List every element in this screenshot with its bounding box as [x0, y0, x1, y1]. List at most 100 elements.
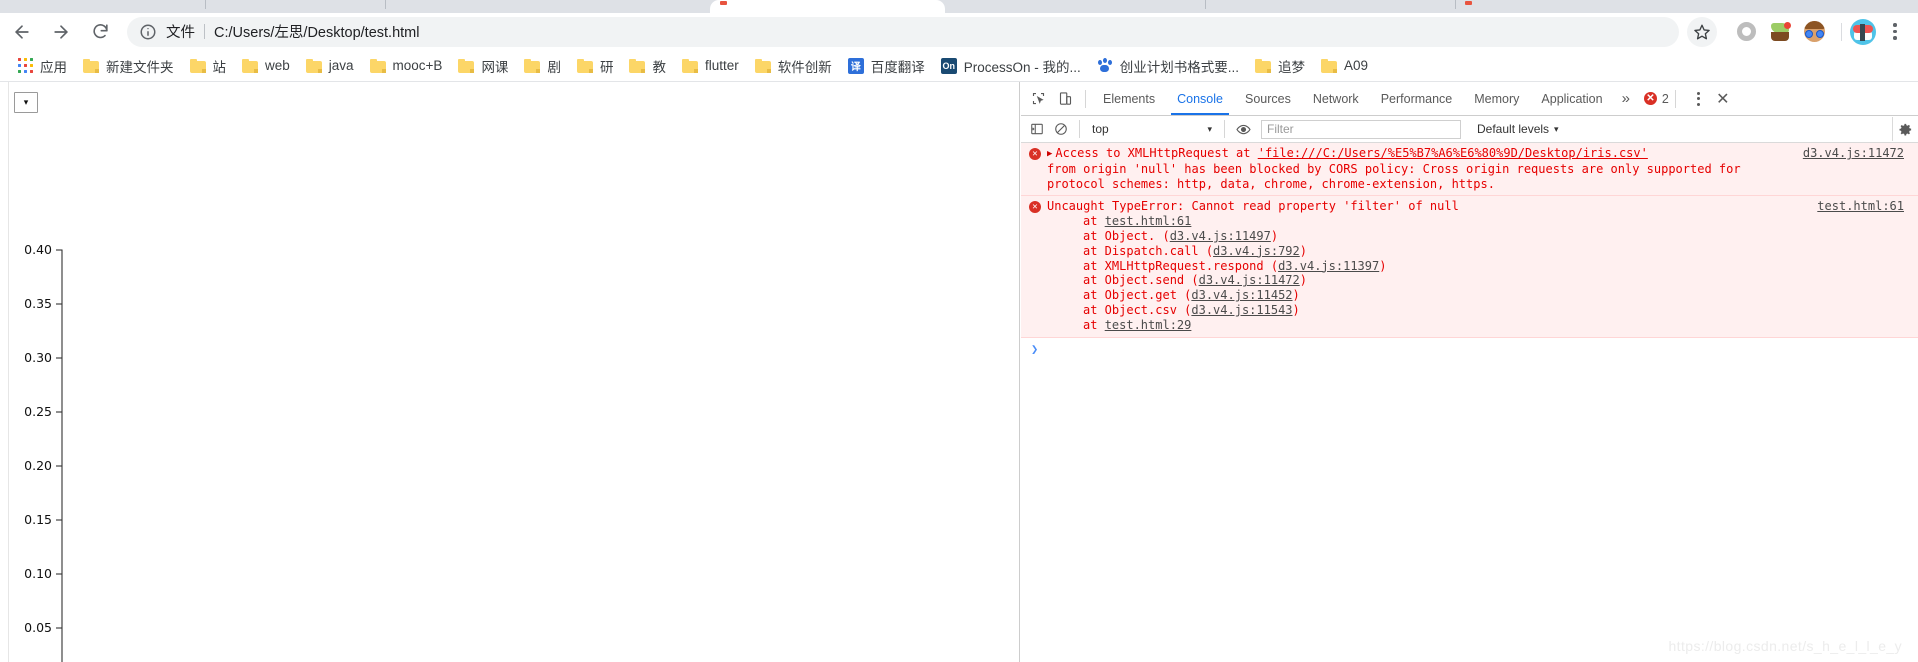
- console-message-text: Uncaught TypeError: Cannot read property…: [1047, 199, 1459, 214]
- tab-separator: [1455, 0, 1456, 9]
- console-stack-frame: at test.html:61: [1083, 214, 1192, 229]
- chrome-menu-button[interactable]: [1880, 15, 1910, 49]
- console-message-list[interactable]: ✕ d3.v4.js:11472 ▶ Access to XMLHttpRequest…: [1021, 143, 1918, 662]
- bookmark-label: mooc+B: [392, 58, 443, 73]
- console-stack-frame: at test.html:29: [1083, 317, 1192, 332]
- bookmark-item-5[interactable]: mooc+B: [362, 53, 451, 79]
- bookmark-item-3[interactable]: web: [234, 53, 298, 79]
- bookmark-item-11[interactable]: 软件创新: [747, 53, 840, 79]
- extension-face-icon[interactable]: [1799, 17, 1829, 47]
- devtools-tab-application[interactable]: Application: [1530, 82, 1613, 115]
- responsive-device-icon: [1059, 92, 1072, 105]
- devtools-panel: Elements Console Sources Network Performance…: [1021, 82, 1918, 662]
- star-icon: [1694, 24, 1710, 39]
- devtools-tab-elements[interactable]: Elements: [1092, 82, 1166, 115]
- toolbar-divider: [1841, 22, 1842, 41]
- bookmark-label: ProcessOn - 我的...: [963, 59, 1081, 75]
- clear-console-button[interactable]: [1049, 117, 1073, 141]
- info-circle-icon[interactable]: [139, 23, 157, 41]
- devtools-settings-button[interactable]: [1892, 117, 1918, 141]
- folder-icon: [576, 58, 593, 73]
- bookmark-item-13[interactable]: On ProcessOn - 我的...: [933, 53, 1089, 79]
- console-input-prompt[interactable]: ❯: [1021, 338, 1918, 360]
- devtools-close-button[interactable]: ✕: [1710, 85, 1736, 113]
- browser-tab[interactable]: [1455, 0, 1918, 13]
- bookmark-item-1[interactable]: 新建文件夹: [75, 53, 182, 79]
- console-message-source[interactable]: test.html:61: [1817, 199, 1904, 214]
- extension-plant-icon[interactable]: [1765, 17, 1795, 47]
- console-error-message[interactable]: ✕ d3.v4.js:11472 ▶ Access to XMLHttpRequest…: [1021, 143, 1918, 197]
- console-stack-link[interactable]: d3.v4.js:11397: [1278, 259, 1379, 273]
- devtools-tab-console[interactable]: Console: [1166, 82, 1234, 115]
- console-context-value: top: [1092, 122, 1109, 136]
- bookmark-item-8[interactable]: 研: [569, 53, 622, 79]
- bookmark-item-12[interactable]: 译百度翻译: [840, 53, 933, 79]
- console-stack-link[interactable]: test.html:61: [1105, 214, 1192, 228]
- console-stack-link[interactable]: d3.v4.js:11497: [1170, 229, 1271, 243]
- folder-icon: [1321, 58, 1337, 73]
- live-expression-eye-icon[interactable]: [1231, 117, 1255, 141]
- bookmark-label: java: [328, 58, 354, 73]
- reload-button[interactable]: [83, 15, 117, 49]
- browser-tab[interactable]: [710, 0, 945, 13]
- console-stack-link[interactable]: d3.v4.js:11472: [1199, 273, 1300, 287]
- console-stack-link[interactable]: d3.v4.js:11452: [1191, 288, 1292, 302]
- profile-avatar[interactable]: [1850, 18, 1876, 45]
- folder-icon: [458, 58, 475, 73]
- more-tabs-button[interactable]: »: [1614, 90, 1638, 107]
- browser-tab[interactable]: [385, 0, 580, 13]
- inspect-element-icon[interactable]: [1025, 85, 1052, 113]
- console-context-select[interactable]: top ▾: [1086, 119, 1218, 139]
- expand-arrow-icon[interactable]: ▶: [1047, 147, 1052, 162]
- console-stack-link[interactable]: test.html:29: [1105, 318, 1192, 332]
- bookmark-star-button[interactable]: [1687, 16, 1717, 47]
- bookmark-item-4[interactable]: java: [298, 53, 362, 79]
- devtools-tab-performance[interactable]: Performance: [1370, 82, 1464, 115]
- prompt-chevron-icon: ❯: [1031, 341, 1039, 356]
- devtools-tab-sources[interactable]: Sources: [1234, 82, 1302, 115]
- console-log-levels-select[interactable]: Default levels ▾: [1477, 122, 1559, 136]
- address-bar[interactable]: 文件 C:/Users/左思/Desktop/test.html: [127, 16, 1679, 47]
- bookmark-item-0[interactable]: 应用: [10, 53, 75, 79]
- bookmark-item-7[interactable]: 剧: [516, 53, 569, 79]
- tab-separator: [205, 0, 206, 9]
- console-message-source[interactable]: d3.v4.js:11472: [1803, 146, 1904, 161]
- bookmark-item-15[interactable]: 追梦: [1247, 53, 1313, 79]
- bookmark-item-16[interactable]: A09: [1313, 53, 1376, 79]
- chevron-down-icon: ▾: [1207, 123, 1212, 134]
- browser-tab[interactable]: [205, 0, 385, 13]
- browser-tab[interactable]: [1205, 0, 1455, 13]
- console-error-message[interactable]: ✕ test.html:61 Uncaught TypeError: Cannot …: [1021, 196, 1918, 338]
- devtools-tab-memory[interactable]: Memory: [1463, 82, 1530, 115]
- console-stack-link[interactable]: d3.v4.js:11543: [1191, 303, 1292, 317]
- bookmark-item-6[interactable]: 网课: [450, 53, 516, 79]
- browser-tab[interactable]: [945, 0, 1205, 13]
- device-toolbar-icon[interactable]: [1052, 85, 1079, 113]
- console-stack-frame: at Object. (d3.v4.js:11497): [1083, 228, 1279, 243]
- error-count-badge[interactable]: ✕ 2: [1643, 92, 1669, 106]
- bookmark-label: 软件创新: [777, 59, 832, 75]
- console-sidebar-toggle[interactable]: [1025, 117, 1049, 141]
- scatter-plot-svg: 0.000.050.100.150.200.250.300.350.400123…: [24, 242, 63, 662]
- browser-tab-strip[interactable]: [0, 0, 1918, 13]
- console-stack-link[interactable]: d3.v4.js:792: [1213, 244, 1300, 258]
- console-toolbar: top ▾ Filter Default levels ▾: [1021, 116, 1918, 143]
- bookmark-item-9[interactable]: 教: [621, 53, 674, 79]
- folder-icon: [524, 58, 541, 73]
- console-message-link[interactable]: 'file:///C:/Users/%E5%B7%A6%E6%80%9D/Des…: [1258, 146, 1648, 160]
- bookmark-label: web: [265, 58, 290, 73]
- back-button[interactable]: [5, 15, 39, 49]
- devtools-menu-button[interactable]: [1688, 85, 1710, 113]
- console-stack-frame: at Object.csv (d3.v4.js:11543): [1083, 302, 1300, 317]
- bookmark-item-14[interactable]: 创业计划书格式要...: [1089, 53, 1247, 79]
- console-filter-input[interactable]: Filter: [1261, 119, 1461, 139]
- bookmark-label: 新建文件夹: [106, 59, 174, 75]
- browser-tab[interactable]: [0, 0, 205, 13]
- bookmark-item-10[interactable]: flutter: [674, 53, 747, 79]
- extension-ring-icon[interactable]: [1731, 17, 1761, 47]
- bookmark-label: 教: [652, 59, 666, 75]
- devtools-tab-network[interactable]: Network: [1302, 82, 1370, 115]
- forward-button[interactable]: [44, 15, 78, 49]
- url-text[interactable]: C:/Users/左思/Desktop/test.html: [214, 21, 419, 42]
- bookmark-item-2[interactable]: 站: [182, 53, 235, 79]
